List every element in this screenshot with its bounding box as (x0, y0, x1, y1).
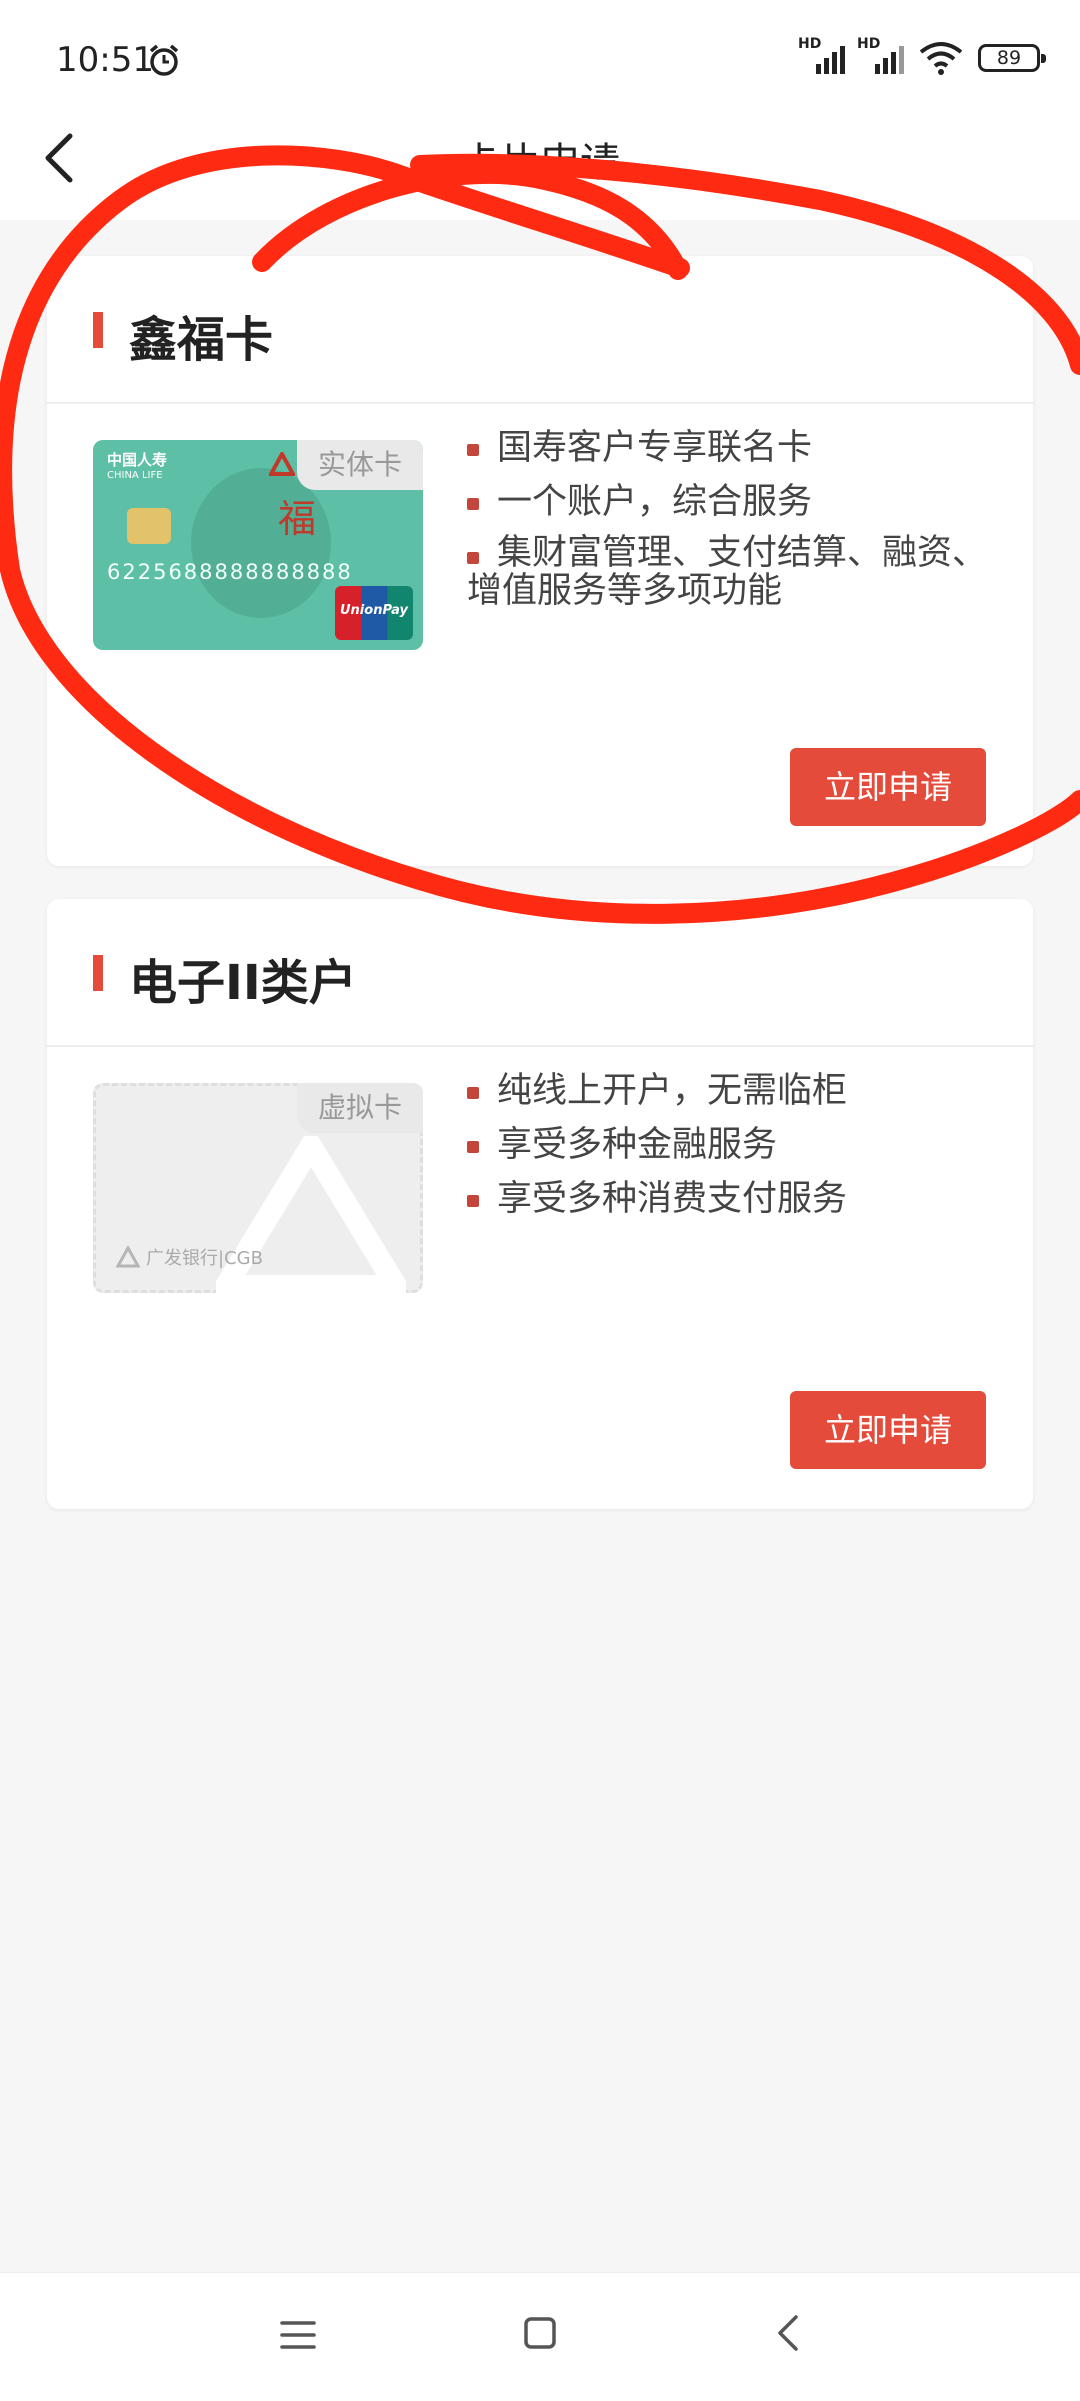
bank-logo-icon (116, 1246, 140, 1268)
apply-button[interactable]: 立即申请 (790, 748, 986, 826)
apply-button[interactable]: 立即申请 (790, 1391, 986, 1469)
card-number: 6225688888888888 (107, 560, 353, 584)
feature-item: 纯线上开户，无需临柜 (467, 1069, 987, 1113)
bank-logo-icon (269, 452, 295, 476)
card-fu-char: 福 (278, 497, 317, 541)
card-image: 中国人寿 CHINA LIFE 福 6225688888888888 Union… (93, 440, 423, 650)
feature-item: 享受多种消费支付服务 (467, 1177, 987, 1221)
card-title: 鑫福卡 (129, 312, 274, 368)
card-logo-en: CHINA LIFE (107, 470, 163, 481)
unionpay-logo: UnionPay (335, 586, 413, 640)
top-bar: 10:51 HD HD 89 卡片申请 (0, 0, 1080, 220)
card-image: 广发银行|CGB 虚拟卡 (93, 1083, 423, 1293)
wifi-icon (919, 42, 963, 75)
card-title: 电子II类户 (129, 955, 357, 1011)
menu-icon[interactable] (278, 2317, 318, 2353)
battery-indicator: 89 (978, 44, 1046, 72)
card-option-xinfu: 鑫福卡 中国人寿 CHINA LIFE 福 6225688888888888 U… (47, 256, 1033, 866)
bank-logo-text: 广发银行|CGB (146, 1248, 263, 1269)
card-header: 鑫福卡 (47, 256, 1033, 404)
card-issuer-logo: 中国人寿 CHINA LIFE (107, 452, 167, 484)
title-accent-bar (93, 955, 103, 991)
bank-logo: 广发银行|CGB (116, 1244, 263, 1270)
feature-list: 纯线上开户，无需临柜 享受多种金融服务 享受多种消费支付服务 (467, 1069, 987, 1231)
status-icons: HD HD 89 (798, 36, 1046, 76)
signal-hd-label: HD (798, 36, 822, 52)
back-triangle-icon[interactable] (770, 2311, 806, 2355)
signal-icon: HD (798, 36, 845, 74)
title-accent-bar (93, 312, 103, 348)
card-type-tag: 实体卡 (297, 440, 423, 490)
feature-list: 国寿客户专享联名卡 一个账户，综合服务 集财富管理、支付结算、融资、增值服务等多… (467, 426, 987, 620)
feature-item: 一个账户，综合服务 (467, 480, 987, 524)
home-square-icon[interactable] (520, 2313, 560, 2353)
card-chip-icon (127, 508, 171, 544)
feature-item: 国寿客户专享联名卡 (467, 426, 987, 470)
alarm-clock-icon (149, 44, 179, 76)
card-option-e-account: 电子II类户 广发银行|CGB 虚拟卡 纯线上开户，无需临柜 享受多种金融服务 … (47, 899, 1033, 1509)
signal-hd-label: HD (857, 36, 881, 52)
card-type-tag: 虚拟卡 (297, 1083, 423, 1133)
signal-icon: HD (857, 36, 904, 74)
card-logo-text: 中国人寿 (107, 451, 168, 469)
feature-item: 集财富管理、支付结算、融资、增值服务等多项功能 (467, 533, 988, 611)
feature-item: 享受多种金融服务 (467, 1123, 987, 1167)
page-title: 卡片申请 (460, 140, 620, 186)
status-time: 10:51 (56, 40, 154, 80)
system-nav-bar (0, 2272, 1080, 2401)
card-header: 电子II类户 (47, 899, 1033, 1047)
